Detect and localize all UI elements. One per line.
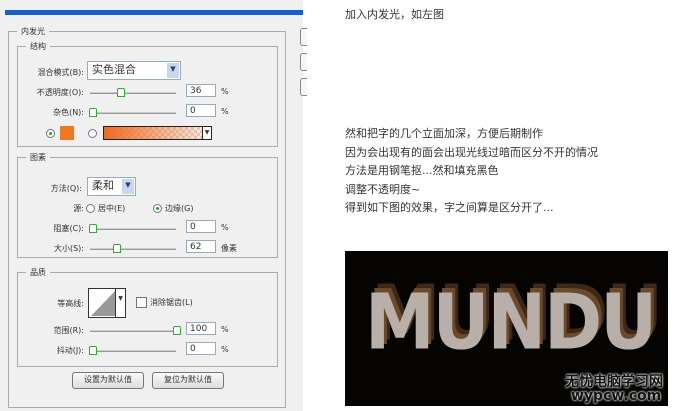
result-image: MUNDU 无忧电脑学习网 wypcw.com: [345, 251, 668, 406]
solid-color-radio[interactable]: [46, 129, 55, 138]
choke-input[interactable]: 0: [186, 220, 216, 233]
contour-linear-icon: [91, 291, 115, 316]
blend-mode-select[interactable]: 实色混合 ▼: [87, 61, 181, 80]
percent-label: %: [221, 345, 229, 354]
size-input[interactable]: 62: [186, 240, 216, 253]
paragraph-line: 得到如下图的效果，字之间算是区分开了...: [345, 201, 554, 214]
noise-label: 杂色(N):: [53, 108, 84, 117]
gradient-radio[interactable]: [88, 129, 97, 138]
gradient-picker[interactable]: ▼: [103, 126, 212, 140]
title-bar: [5, 10, 303, 15]
blend-mode-value: 实色混合: [92, 63, 136, 76]
paragraph-line: 然和把字的几个立面加深，方便后期制作: [345, 127, 543, 140]
paragraph-line: 因为会出现有的面会出现光线过暗而区分不开的情况: [345, 145, 598, 159]
dropdown-arrow-icon: ▼: [202, 127, 211, 139]
chevron-down-icon: ▼: [167, 63, 179, 78]
blend-mode-label: 混合模式(B):: [37, 68, 84, 77]
description-paragraph: 然和把字的几个立面加深，方便后期制作 因为会出现有的面会出现光线过暗而区分不开的…: [345, 125, 598, 218]
intro-text: 加入内发光，如左图: [345, 8, 444, 21]
slider-thumb[interactable]: [116, 88, 125, 97]
choke-label: 阻塞(C):: [53, 224, 84, 233]
method-label: 方法(Q):: [50, 184, 82, 193]
edge-label: 边缘(G): [165, 204, 194, 213]
size-label: 大小(S):: [53, 244, 84, 253]
method-value: 柔和: [92, 179, 114, 192]
mundu-text-art: MUNDU: [365, 276, 657, 368]
noise-input[interactable]: 0: [186, 104, 216, 117]
source-label: 源:: [73, 204, 84, 213]
range-label: 范围(R):: [53, 326, 85, 335]
cancel-button[interactable]: [300, 53, 307, 71]
paragraph-line: 方法是用钢笔抠...然和填充黑色: [345, 164, 499, 177]
pixel-unit-label: 像素: [221, 244, 237, 253]
elements-title: 图素: [30, 153, 46, 162]
slider-thumb[interactable]: [89, 346, 97, 355]
jitter-label: 抖动(J):: [56, 346, 84, 355]
slider-thumb[interactable]: [113, 244, 121, 253]
choke-slider[interactable]: [89, 224, 176, 233]
opacity-slider[interactable]: [90, 88, 176, 97]
range-input[interactable]: 100: [186, 322, 216, 335]
paragraph-line: 调整不透明度~: [345, 182, 421, 196]
watermark-url: wypcw.com: [571, 388, 662, 404]
new-style-button[interactable]: [300, 78, 307, 96]
antialias-label: 消除锯齿(L): [150, 298, 193, 307]
source-edge-radio[interactable]: [153, 204, 162, 213]
dropdown-arrow-icon: ▼: [115, 289, 125, 317]
reset-default-button[interactable]: 复位为默认值: [152, 372, 224, 389]
structure-title: 结构: [30, 42, 46, 51]
set-default-button[interactable]: 设置为默认值: [72, 372, 144, 389]
percent-label: %: [221, 223, 229, 232]
percent-label: %: [221, 107, 229, 116]
jitter-input[interactable]: 0: [186, 342, 216, 355]
noise-slider[interactable]: [89, 108, 176, 117]
contour-picker[interactable]: ▼: [88, 288, 126, 318]
method-select[interactable]: 柔和 ▼: [87, 177, 136, 196]
glow-color-swatch[interactable]: [60, 126, 74, 140]
center-label: 居中(E): [98, 204, 126, 213]
slider-thumb[interactable]: [89, 108, 97, 117]
contour-label: 等高线:: [57, 299, 84, 308]
jitter-slider[interactable]: [89, 346, 176, 355]
quality-title: 品质: [30, 268, 46, 277]
chevron-down-icon: ▼: [122, 179, 134, 194]
group-title: 内发光: [21, 27, 45, 36]
slider-thumb[interactable]: [173, 326, 181, 335]
range-slider[interactable]: [90, 326, 181, 335]
size-slider[interactable]: [90, 244, 176, 253]
opacity-input[interactable]: 36: [186, 84, 216, 97]
antialias-checkbox[interactable]: [136, 297, 147, 308]
ok-button[interactable]: [300, 28, 307, 46]
percent-label: %: [221, 87, 229, 96]
source-center-radio[interactable]: [86, 204, 95, 213]
opacity-label: 不透明度(O):: [36, 88, 84, 97]
inner-glow-dialog: 内发光 结构 混合模式(B): 实色混合 ▼ 不透明度(O): 36 % 杂色(N…: [0, 0, 307, 411]
percent-label: %: [221, 325, 229, 334]
slider-thumb[interactable]: [89, 224, 97, 233]
